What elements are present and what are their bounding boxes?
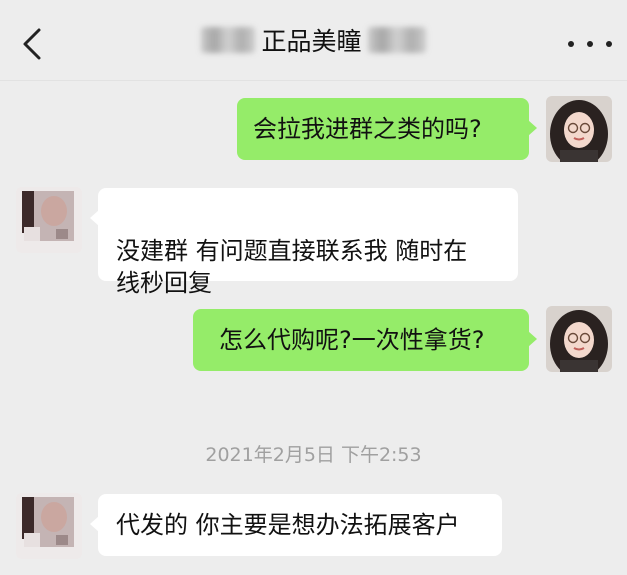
- more-dot-icon: [568, 41, 574, 47]
- chat-title-area: 正品美瞳: [0, 0, 627, 80]
- bubble-tail: [528, 331, 537, 347]
- more-dot-icon: [606, 41, 612, 47]
- bubble-tail: [90, 516, 99, 532]
- more-button[interactable]: [568, 30, 612, 58]
- blurred-name-right: [367, 27, 426, 53]
- blurred-name-left: [201, 27, 256, 53]
- message-text: 没建群 有问题直接联系我 随时在 线秒回复: [116, 237, 468, 297]
- chat-header: 正品美瞳: [0, 0, 627, 81]
- bubble-tail: [90, 210, 99, 226]
- contact-avatar[interactable]: [16, 187, 82, 253]
- message-text: 代发的 你主要是想办法拓展客户: [116, 511, 460, 539]
- contact-message-bubble[interactable]: 代发的 你主要是想办法拓展客户: [90, 494, 502, 556]
- bubble-tail: [528, 120, 537, 136]
- contact-avatar[interactable]: [16, 493, 82, 559]
- message-text: 怎么代购呢?一次性拿货?: [219, 326, 485, 354]
- chat-title: 正品美瞳: [261, 27, 362, 56]
- my-message-bubble[interactable]: 怎么代购呢?一次性拿货?: [193, 309, 537, 371]
- my-message-bubble[interactable]: 会拉我进群之类的吗?: [237, 98, 537, 160]
- contact-message-bubble[interactable]: 没建群 有问题直接联系我 随时在 线秒回复: [90, 188, 518, 297]
- message-timestamp: 2021年2月5日 下午2:53: [205, 444, 422, 466]
- my-avatar[interactable]: [546, 96, 612, 162]
- my-avatar[interactable]: [546, 306, 612, 372]
- more-dot-icon: [587, 41, 593, 47]
- message-text: 会拉我进群之类的吗?: [253, 115, 482, 143]
